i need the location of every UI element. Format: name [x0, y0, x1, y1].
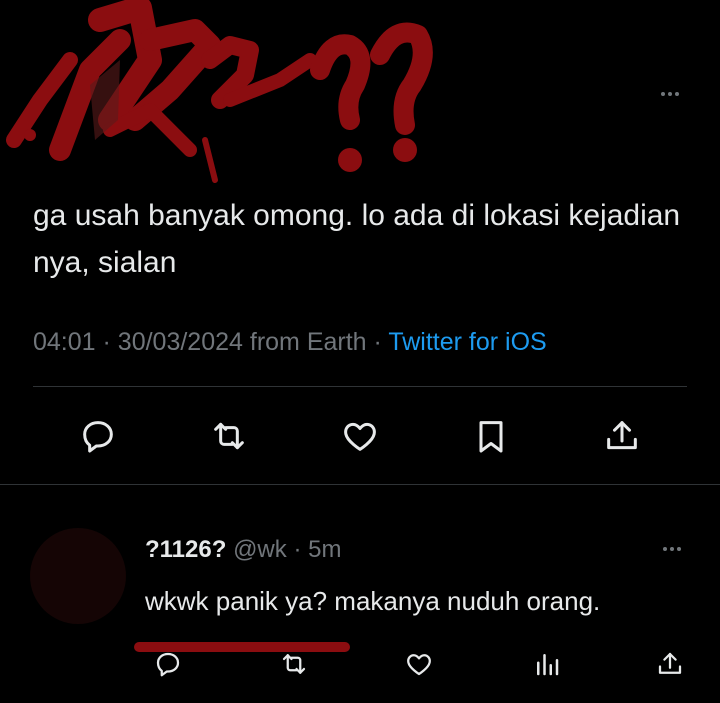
reply-views-button[interactable]: [529, 646, 565, 682]
more-options-icon[interactable]: [661, 92, 679, 96]
share-icon: [607, 421, 637, 450]
reply-text: wkwk panik ya? makanya nuduh orang.: [145, 586, 601, 616]
tweet-time: 04:01: [33, 328, 96, 356]
retweet-icon: [282, 654, 306, 674]
bookmark-icon: [479, 421, 503, 453]
red-scribble-overlay: [6, 0, 433, 183]
divider: [33, 386, 687, 387]
tweet-source-link[interactable]: Twitter for iOS: [388, 328, 546, 356]
reply-handle[interactable]: @wk: [233, 536, 287, 563]
reply-time: 5m: [308, 536, 342, 563]
reply-more-options-icon[interactable]: [663, 547, 681, 551]
reply-button[interactable]: [74, 412, 122, 460]
tweet-text: ga usah banyak omong. lo ada di lokasi k…: [33, 199, 681, 279]
reply-icon: [156, 652, 180, 677]
tweet-meta: 04:01 · 30/03/2024 from Earth · Twitter …: [33, 328, 547, 357]
share-button[interactable]: [598, 412, 646, 460]
like-icon: [344, 422, 376, 451]
retweet-icon: [214, 422, 244, 450]
share-icon: [658, 652, 682, 674]
tweet-date: 30/03/2024: [117, 328, 243, 356]
reply-display-name[interactable]: ?1126?: [145, 536, 226, 563]
avatar[interactable]: [30, 528, 126, 624]
like-icon: [407, 654, 431, 676]
reply-icon: [83, 421, 113, 453]
reply-like-button[interactable]: [401, 646, 437, 682]
section-divider: [0, 484, 720, 485]
reply-header: ?1126? @wk · 5m: [145, 536, 341, 564]
tweet-location: from Earth: [249, 328, 367, 356]
views-icon: [537, 654, 559, 676]
meta-separator-2: ·: [373, 328, 382, 356]
like-button[interactable]: [336, 412, 384, 460]
reply-separator: ·: [293, 536, 302, 563]
bookmark-button[interactable]: [467, 412, 515, 460]
retweet-button[interactable]: [205, 412, 253, 460]
meta-separator: ·: [102, 328, 111, 356]
reply-share-button[interactable]: [652, 646, 688, 682]
red-marker-overlay: [134, 642, 350, 652]
